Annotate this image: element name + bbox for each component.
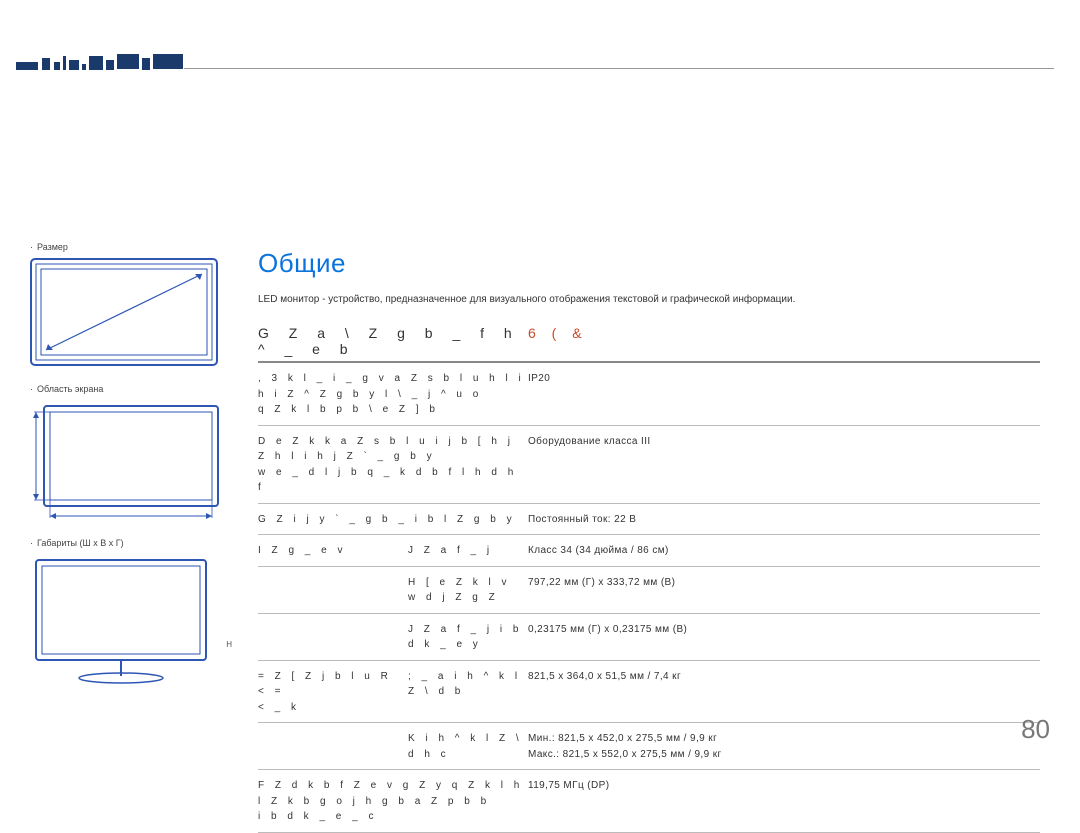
table-row: H [ e Z k l v w d j Z g Z797,22 мм (Г) x… — [258, 566, 1040, 613]
spec-label: G Z i j y ` _ g b _ i b l Z g b y — [258, 503, 528, 535]
model-row: G Z a \ Z g b _ f h ^ _ e b 6 ( & — [258, 325, 1040, 363]
chapter-logo — [16, 52, 184, 70]
intro-text: LED монитор - устройство, предназначенно… — [258, 293, 1040, 307]
spec-sublabel: J Z a f _ j — [408, 535, 528, 567]
spec-value: Класс 34 (34 дюйма / 86 см) — [528, 535, 1040, 567]
spec-label: = Z [ Z j b l u R < = < _ k — [258, 660, 408, 723]
spec-value: Мин.: 821,5 x 452,0 x 275,5 мм / 9,9 кг … — [528, 723, 1040, 770]
screen-area-diagram — [30, 400, 218, 520]
spec-sublabel: ; _ a i h ^ k l Z \ d b — [408, 660, 528, 723]
spec-label — [258, 566, 408, 613]
spec-value: 797,22 мм (Г) x 333,72 мм (В) — [528, 566, 1040, 613]
spec-label — [258, 613, 408, 660]
table-row: = Z [ Z j b l u R < = < _ k; _ a i h ^ k… — [258, 660, 1040, 723]
table-row: K i h ^ k l Z \ d h cМин.: 821,5 x 452,0… — [258, 723, 1040, 770]
main-content: Общие LED монитор - устройство, предназн… — [258, 248, 1040, 833]
dimensions-label-text: Габариты (Ш х В х Г) — [37, 538, 124, 548]
screen-area-label-text: Область экрана — [37, 384, 103, 394]
table-row: D e Z k k a Z s b l u i j b [ h j Z h l … — [258, 425, 1040, 503]
spec-sublabel: J Z a f _ j i b d k _ e y — [408, 613, 528, 660]
spec-value: Оборудование класса III — [528, 425, 1040, 503]
screen-area-label: Область экрана — [30, 384, 224, 394]
spec-sublabel: H [ e Z k l v w d j Z g Z — [408, 566, 528, 613]
spec-value: 821,5 x 364,0 x 51,5 мм / 7,4 кг — [528, 660, 1040, 723]
model-name-value: 6 ( & — [528, 325, 588, 341]
spec-value: 0,23175 мм (Г) x 0,23175 мм (В) — [528, 613, 1040, 660]
size-label: Размер — [30, 242, 224, 252]
model-name-label: G Z a \ Z g b _ f h ^ _ e b — [258, 325, 528, 357]
spec-label: D e Z k k a Z s b l u i j b [ h j Z h l … — [258, 425, 528, 503]
spec-value: IP20 — [528, 363, 1040, 425]
dimensions-label: Габариты (Ш х В х Г) — [30, 538, 224, 548]
spec-label: F Z d k b f Z e v g Z y q Z k l h l Z k … — [258, 770, 528, 833]
spec-value: Постоянный ток: 22 В — [528, 503, 1040, 535]
spec-sublabel: K i h ^ k l Z \ d h c — [408, 723, 528, 770]
table-row: I Z g _ e vJ Z a f _ jКласс 34 (34 дюйма… — [258, 535, 1040, 567]
specs-table: , 3 k l _ i _ g v a Z s b l u h l i h i … — [258, 363, 1040, 833]
page-number: 80 — [1021, 714, 1050, 745]
spec-label: , 3 k l _ i _ g v a Z s b l u h l i h i … — [258, 363, 528, 425]
spec-label: I Z g _ e v — [258, 535, 408, 567]
size-diagram — [30, 258, 218, 366]
table-row: , 3 k l _ i _ g v a Z s b l u h l i h i … — [258, 363, 1040, 425]
sidebar: Размер Область экрана — [30, 242, 224, 702]
spec-label — [258, 723, 408, 770]
table-row: F Z d k b f Z e v g Z y q Z k l h l Z k … — [258, 770, 1040, 833]
table-row: J Z a f _ j i b d k _ e y0,23175 мм (Г) … — [258, 613, 1040, 660]
page-title: Общие — [258, 248, 1040, 279]
size-label-text: Размер — [37, 242, 68, 252]
h-mark: H — [226, 640, 232, 649]
spec-value: 119,75 МГц (DP) — [528, 770, 1040, 833]
dimensions-diagram: H — [30, 554, 218, 684]
table-row: G Z i j y ` _ g b _ i b l Z g b yПостоян… — [258, 503, 1040, 535]
